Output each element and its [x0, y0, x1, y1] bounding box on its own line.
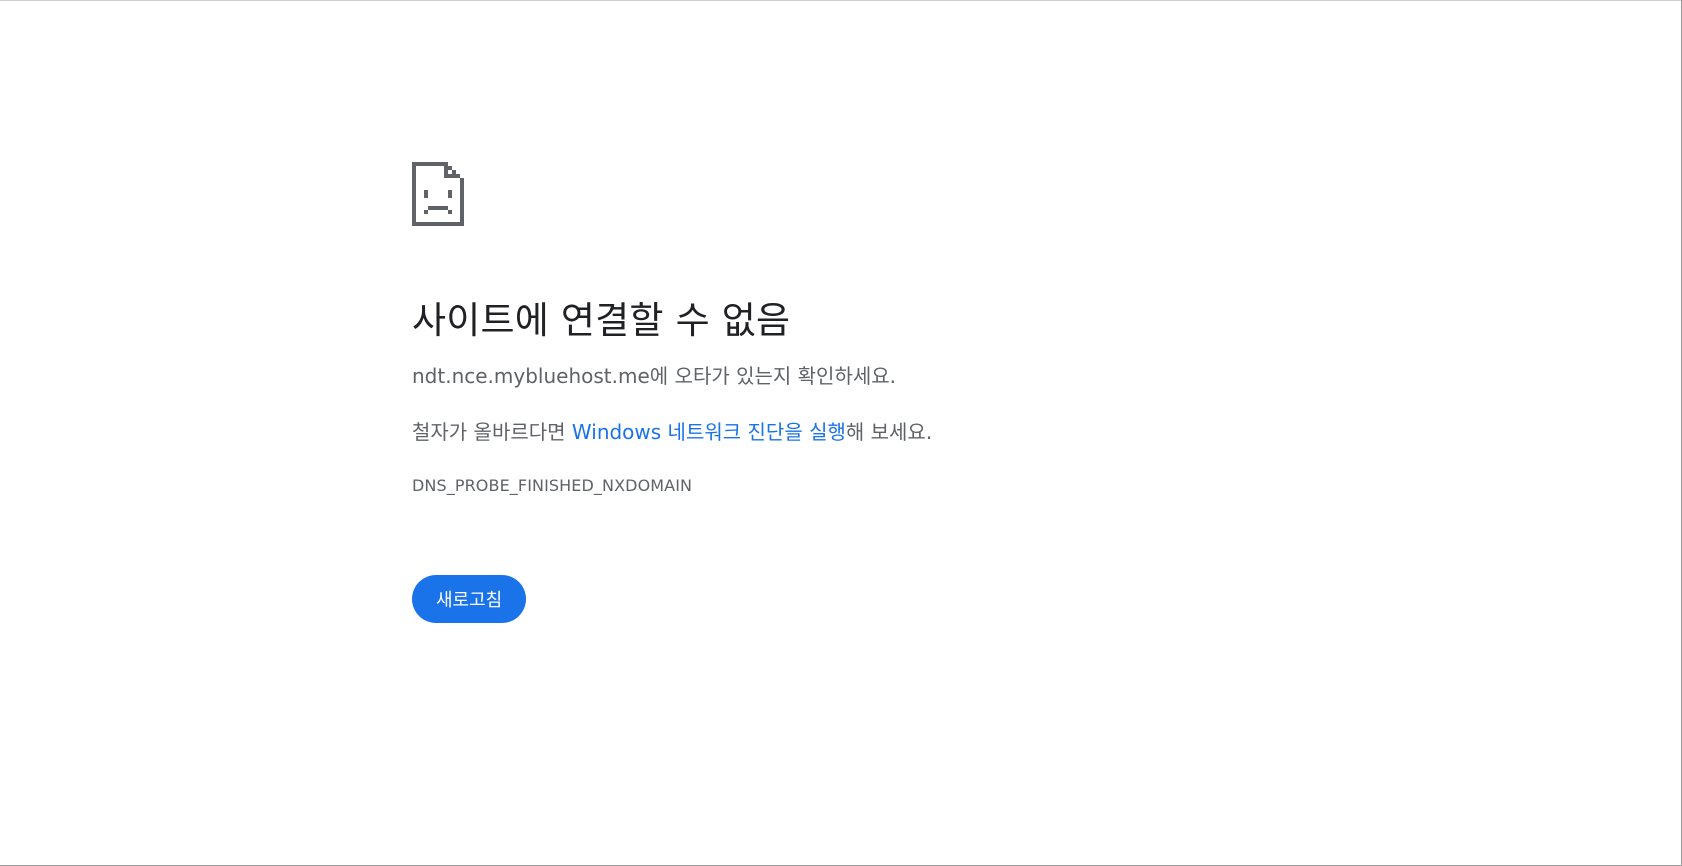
window-top-border: [0, 0, 1682, 1]
sad-document-icon: [412, 162, 464, 226]
error-title: 사이트에 연결할 수 없음: [412, 299, 791, 342]
typo-check-message: ndt.nce.mybluehost.me에 오타가 있는지 확인하세요.: [412, 360, 896, 389]
network-diagnostics-link[interactable]: Windows 네트워크 진단을 실행: [572, 420, 846, 444]
error-page-content: 사이트에 연결할 수 없음 ndt.nce.mybluehost.me에 오타가…: [412, 162, 1312, 623]
typo-check-text: 에 오타가 있는지 확인하세요.: [649, 364, 897, 388]
suggestion-prefix: 철자가 올바르다면: [412, 420, 572, 444]
error-code: DNS_PROBE_FINISHED_NXDOMAIN: [412, 476, 693, 495]
suggestion-suffix: 해 보세요.: [845, 420, 933, 444]
reload-button[interactable]: 새로고침: [412, 575, 527, 623]
network-diagnostics-message: 철자가 올바르다면 Windows 네트워크 진단을 실행해 보세요.: [412, 416, 932, 445]
host-name: ndt.nce.mybluehost.me: [412, 364, 650, 388]
